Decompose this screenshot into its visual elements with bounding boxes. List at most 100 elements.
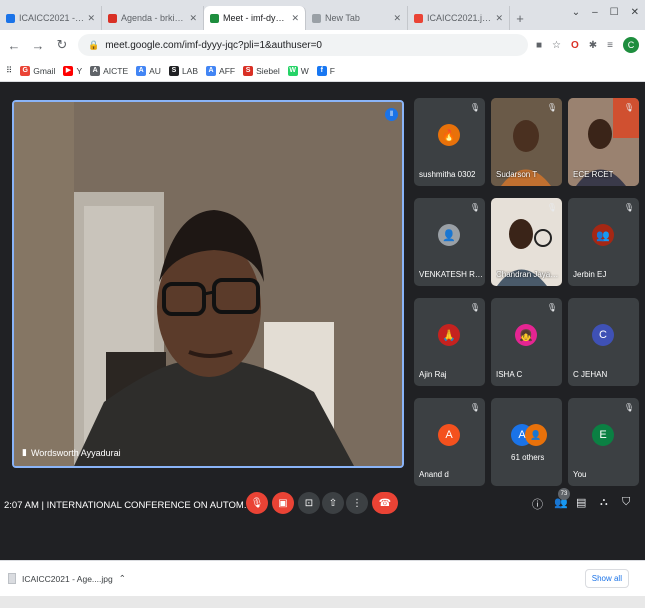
close-tab-icon[interactable]: ✕ (189, 13, 197, 24)
speaker-video-frame (14, 102, 402, 466)
download-item[interactable]: ICAICC2021 - Age....jpg ⌃ (8, 573, 126, 584)
maximize-icon[interactable]: ☐ (610, 7, 619, 18)
chevron-up-icon[interactable]: ⌃ (119, 573, 126, 584)
file-icon (8, 573, 16, 584)
host-controls-icon[interactable]: ⛉ (622, 496, 630, 509)
others-tile[interactable]: A 👤 61 others (491, 398, 562, 486)
close-tab-icon[interactable]: ✕ (87, 13, 95, 24)
mic-off-icon: 🎙 (546, 203, 557, 212)
chat-icon[interactable]: ▤ (576, 496, 586, 509)
back-arrow-icon[interactable]: ← (6, 38, 22, 53)
close-tab-icon[interactable]: ✕ (495, 13, 503, 24)
mic-off-icon: 🎙 (623, 403, 634, 412)
participant-tile[interactable]: 🔥 🎙 sushmitha 0302 (414, 98, 485, 186)
participant-name: VENKATESH RAJ... (419, 270, 483, 279)
extensions-icon[interactable]: ✱ (589, 40, 597, 51)
forward-arrow-icon[interactable]: → (30, 38, 46, 53)
os-taskbar (0, 596, 645, 608)
url-text: meet.google.com/imf-dyyy-jqc?pli=1&authu… (105, 39, 322, 51)
main-speaker-name: Wordsworth Ayyadurai (30, 447, 121, 458)
participant-tile[interactable]: 🎙 Sudarson T (491, 98, 562, 186)
camera-icon[interactable]: ■ (536, 40, 542, 51)
participant-tile[interactable]: 🎙 Chandran Jayak... (491, 198, 562, 286)
meet-control-bar: 2:07 AM | INTERNATIONAL CONFERENCE ON AU… (0, 484, 645, 530)
participant-avatar: 🔥 (438, 124, 460, 146)
bookmark-whatsapp[interactable]: WW (287, 65, 309, 76)
tab-search-icon[interactable]: ⌄ (572, 7, 580, 18)
meeting-info: 2:07 AM | INTERNATIONAL CONFERENCE ON AU… (4, 500, 252, 511)
participant-name: Sudarson T (496, 170, 538, 179)
meet-area: ⦀ ▮ Wordsworth Ayyadurai 🔥 🎙 sushmitha 0… (0, 82, 645, 560)
bookmark-lab[interactable]: S LAB (168, 65, 198, 76)
participant-tile[interactable]: A 🎙 Anand d (414, 398, 485, 486)
people-icon[interactable]: 👥 73 (554, 488, 570, 509)
bookmark-au[interactable]: A AU (136, 65, 161, 76)
bookmark-siebel[interactable]: S Siebel (243, 65, 280, 76)
participant-count-badge: 73 (558, 488, 570, 500)
participant-tile[interactable]: C C JEHAN (568, 298, 639, 386)
toolbar-icons: ■ ☆ O ✱ ≡ C (536, 37, 639, 53)
opera-icon[interactable]: O (571, 40, 579, 51)
reload-icon[interactable]: ↻ (54, 37, 70, 53)
close-tab-icon[interactable]: ✕ (291, 13, 299, 24)
tab-label: ICAICC2021 - Agenda (19, 13, 84, 23)
address-bar[interactable]: 🔒 meet.google.com/imf-dyyy-jqc?pli=1&aut… (78, 34, 528, 56)
bookmark-aicte[interactable]: A AICTE (90, 65, 128, 76)
whatsapp-icon: W (287, 65, 298, 76)
tab-favicon (312, 13, 321, 23)
camera-toggle-button[interactable]: ▣ (272, 492, 294, 514)
aicte-icon: A (90, 65, 101, 76)
present-button[interactable]: ⇧ (322, 492, 344, 514)
participant-tile[interactable]: 🙏 🎙 Ajin Raj (414, 298, 485, 386)
bookmark-gmail[interactable]: G Gmail (20, 65, 55, 76)
participant-tile[interactable]: 👥 🎙 Jerbin EJ (568, 198, 639, 286)
participant-name: ECE RCET (573, 170, 614, 179)
apps-icon[interactable]: ⠿ (6, 65, 12, 76)
browser-tab[interactable]: ICAICC2021 - Agenda ✕ (0, 6, 102, 30)
browser-tab[interactable]: Agenda - brkiel.cl@gmail... ✕ (102, 6, 204, 30)
mic-off-icon: 🎙 (546, 103, 557, 112)
participant-name: ISHA C (496, 370, 523, 379)
bookmarks-bar: ⠿ G Gmail ▶ Y A AICTE A AU S LAB A AFF S Siebel… (0, 60, 645, 82)
au-icon: A (136, 65, 147, 76)
participant-avatar: 👥 (592, 224, 614, 246)
download-filename: ICAICC2021 - Age....jpg (22, 573, 113, 584)
facebook-icon: f (316, 65, 327, 76)
close-tab-icon[interactable]: ✕ (393, 13, 401, 24)
profile-avatar[interactable]: C (623, 37, 639, 53)
mic-off-icon: 🎙 (469, 403, 480, 412)
participant-tile[interactable]: 👤 🎙 VENKATESH RAJ... (414, 198, 485, 286)
close-window-icon[interactable]: ✕ (631, 7, 639, 18)
participant-tile[interactable]: 🎙 ECE RCET (568, 98, 639, 186)
browser-tab[interactable]: ICAICC2021.jpg - Goo... ✕ (408, 6, 510, 30)
minimize-icon[interactable]: – (592, 7, 598, 18)
show-all-button[interactable]: Show all (584, 569, 629, 588)
tab-strip: ICAICC2021 - Agenda ✕ Agenda - brkiel.cl… (0, 0, 645, 30)
gmail-icon: G (20, 65, 31, 76)
participant-name: sushmitha 0302 (419, 170, 476, 179)
captions-button[interactable]: ⊡ (298, 492, 320, 514)
participant-name: C JEHAN (573, 370, 608, 379)
browser-tab-active[interactable]: Meet - imf-dyyy-jqc ✕ (204, 6, 306, 30)
more-options-button[interactable]: ⋮ (346, 492, 368, 514)
participant-letter-avatar: A (438, 424, 460, 446)
activities-icon[interactable]: ⛬ (600, 496, 608, 509)
participant-name: Ajin Raj (419, 370, 447, 379)
download-bar: ICAICC2021 - Age....jpg ⌃ Show all (0, 560, 645, 596)
self-tile[interactable]: E 🎙 You (568, 398, 639, 486)
reading-list-icon[interactable]: ≡ (607, 40, 613, 51)
lock-icon[interactable]: 🔒 (88, 40, 99, 51)
new-tab-button[interactable]: + (510, 6, 530, 30)
bookmark-facebook[interactable]: fF (316, 65, 335, 76)
mic-off-icon: 🎙 (469, 203, 480, 212)
meeting-details-icon[interactable]: ⓘ (532, 496, 543, 512)
bookmark-star-icon[interactable]: ☆ (552, 40, 561, 51)
bookmark-aff[interactable]: A AFF (206, 65, 235, 76)
browser-tab[interactable]: New Tab ✕ (306, 6, 408, 30)
mic-off-icon: 🎙 (623, 203, 634, 212)
end-call-button[interactable]: ☎ (372, 492, 398, 514)
bookmark-youtube[interactable]: ▶ Y (63, 65, 82, 76)
mic-toggle-button[interactable]: 🎙 (246, 492, 268, 514)
participant-tile[interactable]: 👧 🎙 ISHA C (491, 298, 562, 386)
main-speaker-video[interactable]: ⦀ ▮ Wordsworth Ayyadurai (12, 100, 404, 468)
